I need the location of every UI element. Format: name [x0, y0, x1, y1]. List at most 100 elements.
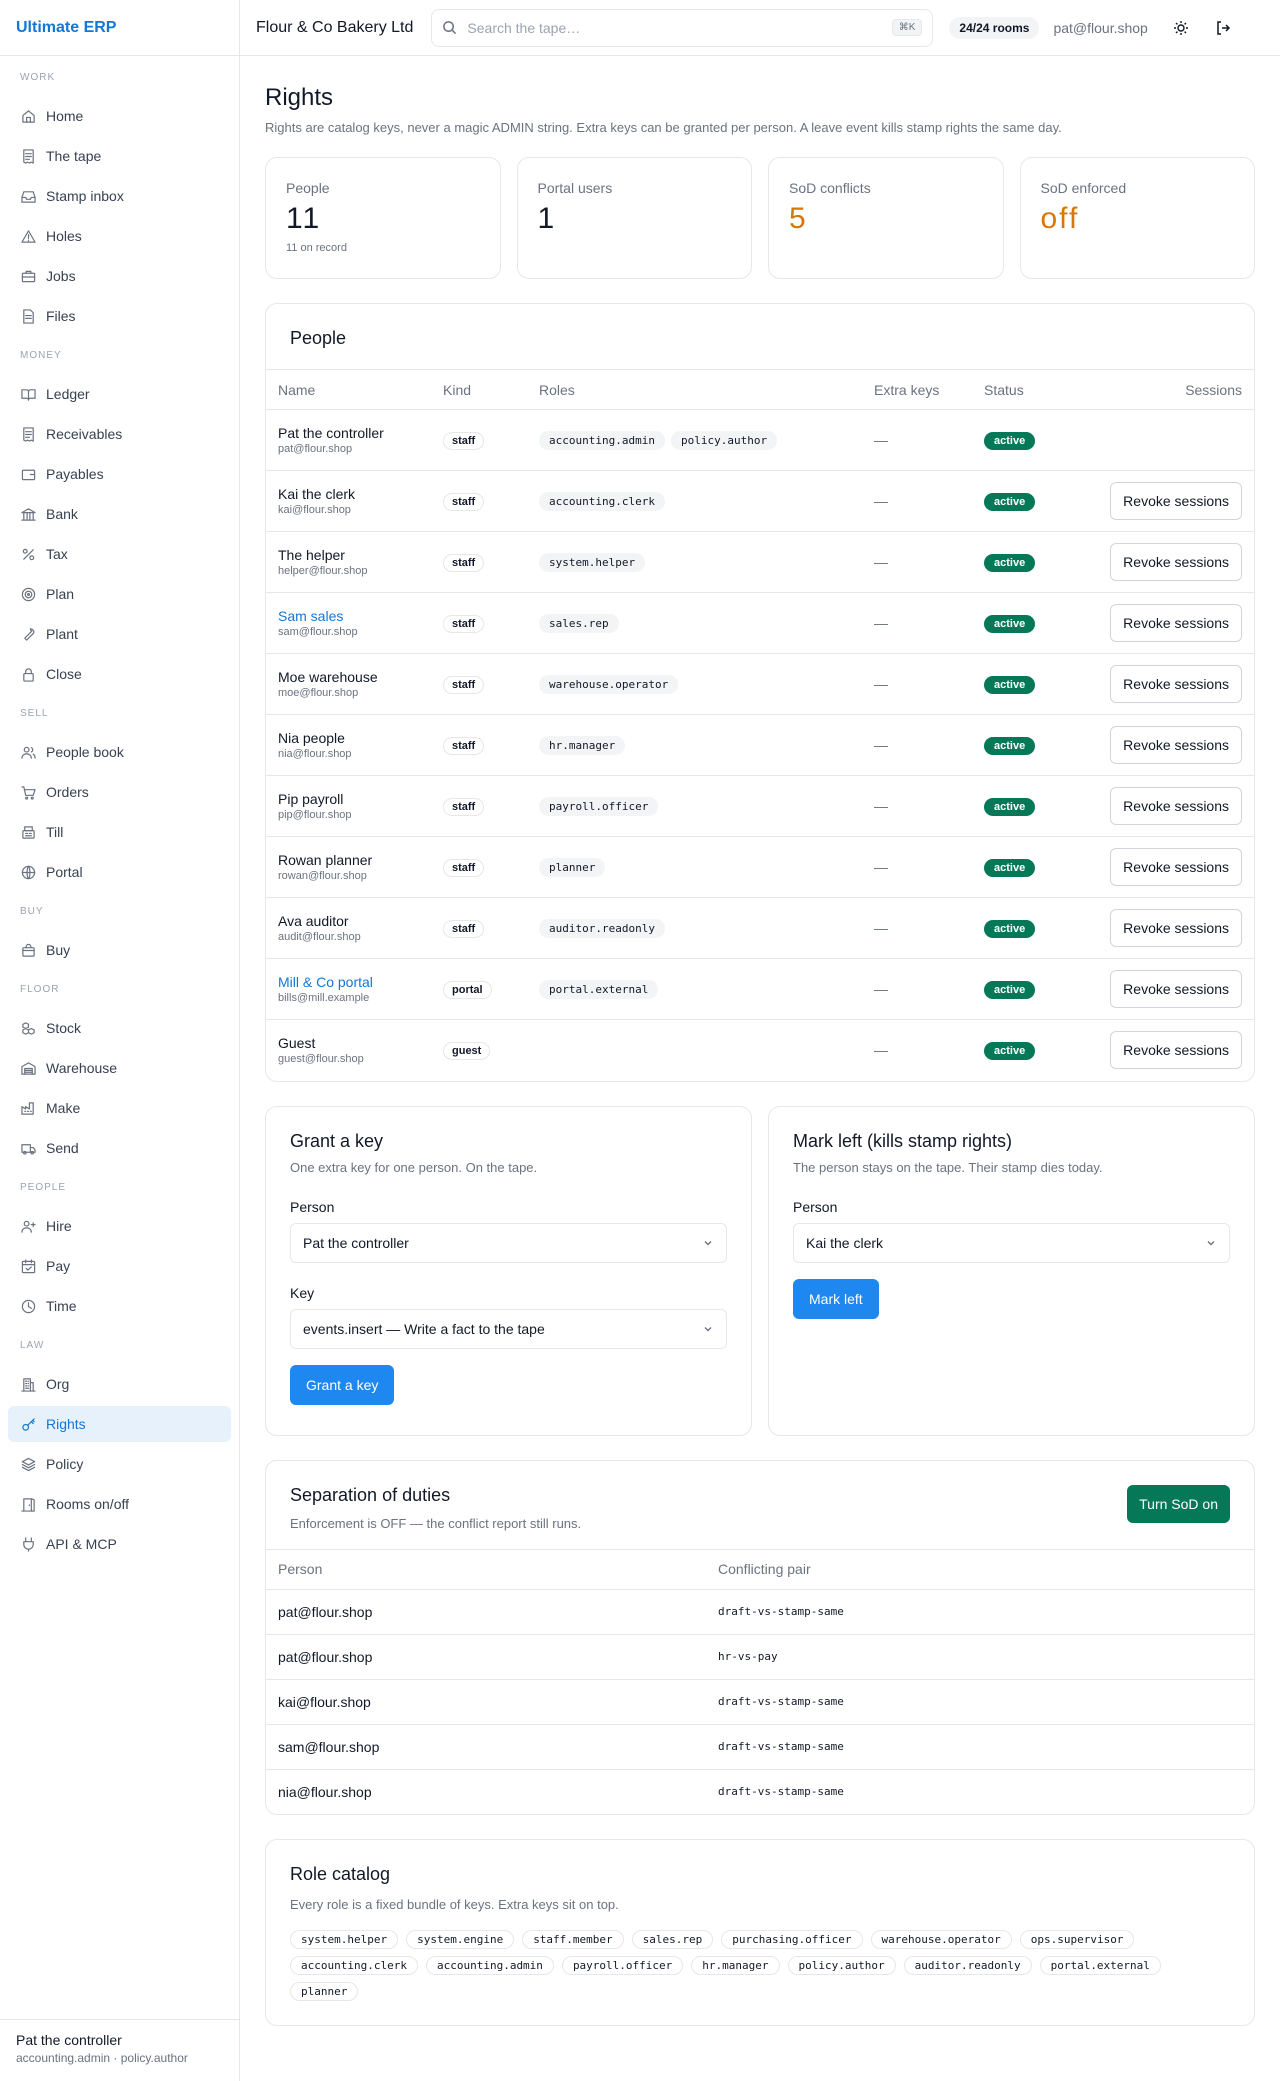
- sidebar-item-label: Till: [46, 824, 64, 840]
- grant-key-button[interactable]: Grant a key: [290, 1364, 395, 1405]
- sidebar-item-bank[interactable]: Bank: [8, 496, 231, 532]
- factory-icon: [20, 1100, 36, 1116]
- revoke-sessions-button[interactable]: Revoke sessions: [1110, 1031, 1242, 1070]
- role-chip: policy.author: [787, 1956, 896, 1975]
- stat-value: 11: [286, 202, 322, 235]
- sidebar-item-rooms-on-off[interactable]: Rooms on/off: [8, 1486, 231, 1522]
- sidebar-item-till[interactable]: Till: [8, 814, 231, 850]
- person-name[interactable]: Sam sales: [278, 608, 419, 624]
- clock-icon: [20, 1298, 36, 1314]
- role-chip: accounting.clerk: [290, 1956, 418, 1975]
- plug-icon: [20, 1536, 36, 1552]
- table-row: Sam sales sam@flour.shop staff sales.rep — ac…: [266, 592, 1254, 654]
- sod-pair: hr-vs-pay: [706, 1634, 1254, 1680]
- sidebar-item-warehouse[interactable]: Warehouse: [8, 1050, 231, 1086]
- revoke-sessions-button[interactable]: Revoke sessions: [1110, 543, 1242, 581]
- sidebar-item-label: Tax: [46, 546, 68, 562]
- sidebar-item-pay[interactable]: Pay: [8, 1248, 231, 1284]
- nav-section-label: LAW: [20, 1340, 45, 1351]
- sidebar-item-label: Orders: [46, 784, 89, 800]
- sidebar-item-policy[interactable]: Policy: [8, 1446, 231, 1482]
- sidebar-item-org[interactable]: Org: [8, 1366, 231, 1402]
- revoke-sessions-button[interactable]: Revoke sessions: [1110, 482, 1242, 520]
- sidebar-item-send[interactable]: Send: [8, 1130, 231, 1166]
- role-chip: ops.supervisor: [1019, 1930, 1135, 1949]
- catalog-desc: Every role is a fixed bundle of keys. Ex…: [290, 1897, 619, 1912]
- sidebar-item-buy[interactable]: Buy: [8, 932, 231, 968]
- sod-desc: Enforcement is OFF — the conflict report…: [290, 1515, 582, 1531]
- sidebar-item-receivables[interactable]: Receivables: [8, 416, 231, 452]
- table-row: The helper helper@flour.shop staff system.h…: [266, 531, 1254, 593]
- sidebar-item-make[interactable]: Make: [8, 1090, 231, 1126]
- sidebar-item-close[interactable]: Close: [8, 656, 231, 692]
- actions-row: Grant a key One extra key for one person…: [265, 1105, 1255, 1436]
- sidebar-item-orders[interactable]: Orders: [8, 774, 231, 810]
- grant-key-select[interactable]: events.insert — Write a fact to the tape: [290, 1308, 727, 1349]
- sidebar-user[interactable]: Pat the controller accounting.admin · po…: [0, 2019, 240, 2081]
- extra-keys: —: [874, 737, 888, 753]
- sidebar-user-name: Pat the controller: [16, 2032, 122, 2048]
- sidebar-item-time[interactable]: Time: [8, 1288, 231, 1324]
- brand-logo[interactable]: Ultimate ERP: [0, 0, 239, 56]
- sidebar-item-holes[interactable]: Holes: [8, 218, 231, 254]
- role-chip: hr.manager: [691, 1956, 780, 1975]
- stat-sod-enforced: SoD enforced off: [1019, 157, 1255, 279]
- status-badge: active: [984, 1041, 1036, 1060]
- grant-person-select[interactable]: Pat the controller: [290, 1222, 727, 1263]
- status-badge: active: [984, 675, 1036, 694]
- boxes-icon: [20, 1020, 36, 1036]
- mark-left-button[interactable]: Mark left: [793, 1278, 879, 1319]
- sidebar-item-plan[interactable]: Plan: [8, 576, 231, 612]
- sidebar-item-jobs[interactable]: Jobs: [8, 258, 231, 294]
- revoke-sessions-button[interactable]: Revoke sessions: [1110, 726, 1242, 764]
- sidebar-item-the-tape[interactable]: The tape: [8, 138, 231, 174]
- sidebar-item-ledger[interactable]: Ledger: [8, 376, 231, 412]
- user-email[interactable]: pat@flour.shop: [1053, 20, 1147, 36]
- sidebar-item-people-book[interactable]: People book: [8, 734, 231, 770]
- role-badge: hr.manager: [539, 735, 626, 755]
- stats-row: People 11 11 on record Portal users 1 So…: [265, 157, 1255, 279]
- revoke-sessions-button[interactable]: Revoke sessions: [1110, 665, 1242, 703]
- revoke-sessions-button[interactable]: Revoke sessions: [1110, 909, 1242, 947]
- revoke-sessions-button[interactable]: Revoke sessions: [1110, 787, 1242, 825]
- sidebar-item-files[interactable]: Files: [8, 298, 231, 334]
- column-header: Roles: [527, 369, 862, 410]
- sidebar-item-hire[interactable]: Hire: [8, 1208, 231, 1244]
- sidebar-item-rights[interactable]: Rights: [8, 1406, 231, 1442]
- turn-sod-on-button[interactable]: Turn SoD on: [1127, 1484, 1230, 1523]
- table-row: nia@flour.shop draft-vs-stamp-same: [266, 1769, 1254, 1814]
- calendar-check-icon: [20, 1258, 36, 1274]
- revoke-sessions-button[interactable]: Revoke sessions: [1110, 604, 1242, 642]
- leave-person-select[interactable]: Kai the clerk: [793, 1222, 1230, 1263]
- person-name: Guest: [278, 1035, 316, 1052]
- role-catalog-card: Role catalog Every role is a fixed bundl…: [265, 1839, 1255, 2026]
- stat-people: People 11 11 on record: [265, 157, 501, 279]
- sidebar-item-label: People book: [46, 744, 124, 760]
- theme-toggle-icon[interactable]: [1172, 19, 1190, 37]
- sidebar-item-api-mcp[interactable]: API & MCP: [8, 1526, 231, 1562]
- logout-icon[interactable]: [1214, 19, 1232, 37]
- revoke-sessions-button[interactable]: Revoke sessions: [1110, 970, 1242, 1008]
- sidebar-item-stock[interactable]: Stock: [8, 1010, 231, 1046]
- revoke-sessions-button[interactable]: Revoke sessions: [1110, 848, 1242, 886]
- sidebar-item-label: Buy: [46, 942, 71, 958]
- role-chip: warehouse.operator: [870, 1930, 1012, 1949]
- sidebar-item-stamp-inbox[interactable]: Stamp inbox: [8, 178, 231, 214]
- kind-badge: staff: [443, 492, 485, 511]
- grant-person-label: Person: [290, 1198, 335, 1215]
- role-chip: payroll.officer: [561, 1956, 684, 1975]
- sidebar-item-label: Receivables: [46, 426, 123, 442]
- sidebar-item-payables[interactable]: Payables: [8, 456, 231, 492]
- sidebar-item-portal[interactable]: Portal: [8, 854, 231, 890]
- person-name[interactable]: Mill & Co portal: [278, 974, 419, 990]
- stat-label: SoD enforced: [1040, 180, 1127, 196]
- search-input[interactable]: Search the tape… ⌘K: [431, 8, 934, 47]
- sidebar-item-home[interactable]: Home: [8, 98, 231, 134]
- page-title: Rights: [265, 84, 334, 111]
- bank-icon: [20, 506, 36, 522]
- extra-keys: —: [874, 493, 888, 509]
- bag-icon: [20, 942, 36, 958]
- sidebar-item-tax[interactable]: Tax: [8, 536, 231, 572]
- role-chip: accounting.admin: [425, 1956, 554, 1975]
- sidebar-item-plant[interactable]: Plant: [8, 616, 231, 652]
